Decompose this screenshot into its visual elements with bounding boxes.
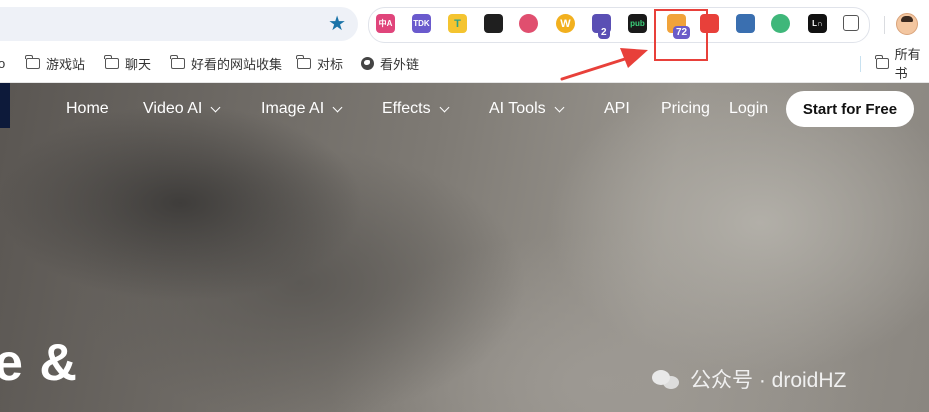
address-bar[interactable]: ★ xyxy=(0,7,358,41)
tdk-extension-icon[interactable]: TDK xyxy=(412,14,431,33)
nav-label: Pricing xyxy=(661,100,710,117)
extension-label: W xyxy=(560,17,571,30)
extensions-strip xyxy=(368,7,870,43)
extension-label: TDK xyxy=(413,19,430,28)
nav-login[interactable]: Login xyxy=(729,100,768,118)
nav-image-ai[interactable]: Image AI xyxy=(261,100,343,118)
puzzle-extensions-icon[interactable] xyxy=(843,15,859,31)
extension-badge: 2 xyxy=(598,26,610,39)
ln-extension-icon[interactable]: L∩ xyxy=(808,14,827,33)
bookmark-star-icon[interactable]: ★ xyxy=(328,13,346,35)
nav-ai-tools[interactable]: AI Tools xyxy=(489,100,565,118)
bookmark-label: 看外链 xyxy=(380,56,420,72)
bookmark-folder-benchmark[interactable]: 对标 xyxy=(296,48,344,78)
hero-section: Home Video AI Image AI Effects AI Tools … xyxy=(0,83,929,412)
watermark-text: 公众号 · droidHZ xyxy=(690,369,847,392)
chevron-down-icon xyxy=(439,102,450,112)
bookmark-folder-all[interactable]: 所有书 xyxy=(875,47,929,81)
t-extension-icon[interactable]: T xyxy=(448,14,467,33)
bookmarks-separator xyxy=(860,56,861,72)
pub-extension-icon[interactable]: pub xyxy=(628,14,647,33)
highlight-box xyxy=(654,9,708,61)
globe-icon xyxy=(361,56,374,70)
colorful-circle-extension-icon[interactable] xyxy=(519,14,538,33)
chevron-down-icon xyxy=(210,102,221,112)
folder-icon xyxy=(25,54,40,69)
hero-logo-fragment xyxy=(0,83,10,128)
bookmark-folder-sites[interactable]: 好看的网站收集 xyxy=(170,48,283,78)
nav-effects[interactable]: Effects xyxy=(382,100,450,118)
bookmark-item[interactable]: o xyxy=(0,48,5,78)
folder-icon xyxy=(875,54,889,69)
browser-toolbar: ★ 中A TDK T W 2 pub 72 L∩ xyxy=(0,0,929,48)
folder-icon xyxy=(296,54,311,69)
bookmark-label: 所有书 xyxy=(894,47,921,81)
bookmark-label: 好看的网站收集 xyxy=(191,56,283,72)
toolbar-divider xyxy=(884,16,885,34)
wechat-watermark: 公众号 · droidHZ xyxy=(652,364,846,394)
extension-label: pub xyxy=(630,19,645,28)
nav-label: Image AI xyxy=(261,100,325,117)
start-for-free-button[interactable]: Start for Free xyxy=(786,91,914,127)
hero-headline: e & xyxy=(0,334,78,392)
extension-label: 中A xyxy=(378,19,393,28)
bookmark-folder-chat[interactable]: 聊天 xyxy=(104,48,152,78)
w-extension-icon[interactable]: W xyxy=(556,14,575,33)
site-nav: Home Video AI Image AI Effects AI Tools … xyxy=(0,83,929,135)
nav-api[interactable]: API xyxy=(604,100,630,118)
bookmark-backlinks[interactable]: 看外链 xyxy=(361,48,419,78)
chevron-down-icon xyxy=(332,102,343,112)
extension-label: T xyxy=(454,17,461,30)
bookmark-label: 游戏站 xyxy=(46,56,86,72)
nav-label: Login xyxy=(729,100,769,117)
green-circle-extension-icon[interactable] xyxy=(771,14,790,33)
nav-pricing[interactable]: Pricing xyxy=(661,100,710,118)
folder-icon xyxy=(104,54,119,69)
nav-video-ai[interactable]: Video AI xyxy=(143,100,221,118)
bookmark-label: 对标 xyxy=(317,56,344,72)
robot-extension-icon[interactable] xyxy=(736,14,755,33)
folder-icon xyxy=(170,54,185,69)
nav-label: Video AI xyxy=(143,100,203,117)
chevron-down-icon xyxy=(554,102,565,112)
bookmark-label: 聊天 xyxy=(125,56,152,72)
translate-extension-icon[interactable]: 中A xyxy=(376,14,395,33)
profile-avatar[interactable] xyxy=(896,13,918,35)
nav-label: Effects xyxy=(382,100,431,117)
nav-label: Home xyxy=(66,100,109,117)
wechat-icon xyxy=(652,368,682,390)
nav-home[interactable]: Home xyxy=(66,100,109,118)
bookmark-label: o xyxy=(0,55,6,71)
dark-square-extension-icon[interactable] xyxy=(484,14,503,33)
nav-label: AI Tools xyxy=(489,100,546,117)
bookmarks-bar: o 游戏站 聊天 好看的网站收集 对标 看外链 所有书 xyxy=(0,47,929,83)
extension-label: L∩ xyxy=(812,19,823,28)
nav-label: API xyxy=(604,100,630,117)
bookmark-folder-games[interactable]: 游戏站 xyxy=(25,48,86,78)
